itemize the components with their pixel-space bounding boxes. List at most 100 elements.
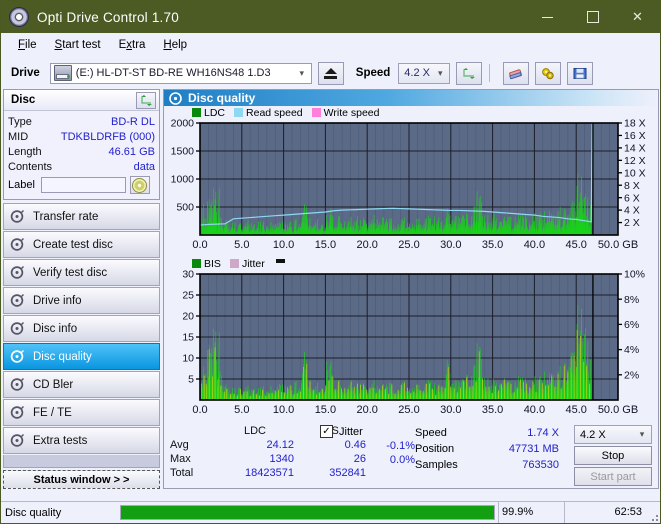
- menu-file[interactable]: FFileile: [9, 37, 46, 53]
- svg-text:10 X: 10 X: [624, 167, 646, 179]
- svg-text:30.0: 30.0: [440, 239, 461, 251]
- sidebar-item-label: CD Bler: [33, 378, 74, 391]
- close-button[interactable]: ✕: [615, 1, 660, 33]
- sidebar-item-disc-info[interactable]: Disc info: [3, 315, 160, 342]
- disc-refresh-button[interactable]: [136, 91, 156, 109]
- status-progress-text: 99.9%: [498, 502, 564, 523]
- sidebar-item-label: Disc quality: [33, 350, 92, 363]
- sidebar-item-create-test-disc[interactable]: Create test disc: [3, 231, 160, 258]
- svg-text:35.0: 35.0: [482, 404, 503, 416]
- sidebar-item-label: FE / TE: [33, 406, 72, 419]
- sidebar-item-label: Disc info: [33, 322, 78, 335]
- stats-ldc-avg: 24.12: [266, 439, 294, 451]
- stats-row-avg: Avg: [170, 439, 189, 451]
- stats-samples-label: Samples: [415, 459, 458, 471]
- stats-controls: 4.2 X ▾ Stop Start part: [565, 425, 652, 486]
- jitter-checkbox[interactable]: ✓: [320, 425, 333, 438]
- disc-label-input[interactable]: [40, 177, 126, 193]
- test-speed-select[interactable]: 4.2 X ▾: [574, 425, 652, 444]
- sidebar-item-verify-test-disc[interactable]: Verify test disc: [3, 259, 160, 286]
- svg-text:35.0: 35.0: [482, 239, 503, 251]
- sidebar-item-extra-tests[interactable]: Extra tests: [3, 427, 160, 454]
- svg-text:50.0 GB: 50.0 GB: [598, 404, 638, 416]
- disc-info-icon: [10, 293, 25, 308]
- svg-text:45.0: 45.0: [565, 239, 586, 251]
- menu-extra[interactable]: Extra: [110, 37, 155, 53]
- disc-write-icon: [10, 237, 25, 252]
- status-progress-fill: [121, 506, 494, 519]
- title-bar: Opti Drive Control 1.70 ✕: [1, 1, 660, 33]
- legend-label-jitter: Jitter: [241, 257, 265, 270]
- refresh-button[interactable]: [456, 61, 483, 85]
- sidebar-item-cd-bler[interactable]: CD Bler: [3, 371, 160, 398]
- stats-samples-row: Samples 763530: [415, 457, 565, 473]
- maximize-button[interactable]: [570, 1, 615, 33]
- ldc-chart: 500 1000 1500 2000 2 X4 X6 X8 X 10 X 12 X 14 X1…: [164, 118, 658, 255]
- svg-text:14 X: 14 X: [624, 142, 646, 154]
- svg-text:25.0: 25.0: [398, 239, 419, 251]
- start-part-button[interactable]: Start part: [574, 467, 652, 486]
- disc-label-cd-button[interactable]: [129, 176, 150, 194]
- svg-text:1000: 1000: [171, 174, 195, 186]
- legend-label-read-speed: Read speed: [246, 106, 303, 119]
- svg-text:18 X: 18 X: [624, 119, 646, 130]
- sidebar-item-fe-te[interactable]: FE / TE: [3, 399, 160, 426]
- disc-row-value: data: [133, 160, 155, 173]
- erase-disc-button[interactable]: [503, 61, 530, 85]
- chevron-down-icon: ▾: [299, 67, 305, 78]
- svg-text:2 X: 2 X: [624, 217, 640, 229]
- svg-text:20: 20: [182, 311, 194, 323]
- stop-button[interactable]: Stop: [574, 446, 652, 465]
- svg-text:2%: 2%: [624, 369, 639, 381]
- disc-speed-icon: [10, 209, 25, 224]
- legend-label-ldc: LDC: [204, 106, 226, 119]
- menu-start-test[interactable]: Start test: [46, 37, 110, 53]
- sidebar-item-label: Drive info: [33, 294, 82, 307]
- svg-text:20.0: 20.0: [356, 404, 377, 416]
- drive-select-value: (E:) HL-DT-ST BD-RE WH16NS48 1.D3: [75, 67, 271, 79]
- settings-button[interactable]: [535, 61, 562, 85]
- drive-toolbar: Drive (E:) HL-DT-ST BD-RE WH16NS48 1.D3 …: [1, 57, 660, 89]
- app-window: Opti Drive Control 1.70 ✕ FFileile Start…: [0, 0, 661, 524]
- menu-bar: FFileile Start test Extra Help: [1, 33, 660, 57]
- sidebar-item-label: Extra tests: [33, 434, 88, 447]
- stats-bis-total: 352841: [329, 467, 366, 479]
- resize-grip[interactable]: [648, 502, 660, 523]
- test-speed-value: 4.2 X: [580, 428, 606, 441]
- svg-text:1500: 1500: [171, 146, 195, 158]
- eject-button[interactable]: [317, 61, 344, 85]
- disc-row-mid: MID TDKBLDRFB (000): [8, 129, 155, 144]
- disc-row-key: Length: [8, 145, 42, 158]
- speed-select[interactable]: 4.2 X ▾: [398, 62, 451, 84]
- save-floppy-icon: [573, 67, 587, 79]
- stats-position-value: 47731 MB: [508, 443, 559, 455]
- stats-position-label: Position: [415, 443, 455, 455]
- status-window-button[interactable]: Status window > >: [3, 470, 160, 489]
- sidebar-item-drive-info[interactable]: Drive info: [3, 287, 160, 314]
- disc-row-type: Type BD-R DL: [8, 114, 155, 129]
- menu-help[interactable]: Help: [154, 37, 196, 53]
- refresh-green-arrows-icon: [140, 94, 152, 106]
- drive-select[interactable]: (E:) HL-DT-ST BD-RE WH16NS48 1.D3 ▾: [49, 62, 312, 84]
- svg-text:10.0: 10.0: [273, 404, 294, 416]
- sidebar-item-transfer-rate[interactable]: Transfer rate: [3, 203, 160, 230]
- disc-bler-icon: [10, 377, 25, 392]
- sidebar-item-disc-quality[interactable]: Disc quality: [3, 343, 160, 370]
- jitter-avg: -0.1%: [386, 440, 415, 452]
- minimize-icon: [542, 16, 553, 18]
- svg-text:30.0: 30.0: [440, 404, 461, 416]
- drive-icon: [53, 65, 72, 81]
- svg-text:50.0 GB: 50.0 GB: [598, 239, 638, 251]
- stats-speed-label: Speed: [415, 427, 447, 439]
- minimize-button[interactable]: [525, 1, 570, 33]
- stats-speed-value: 1.74 X: [527, 427, 559, 439]
- svg-text:40.0: 40.0: [524, 239, 545, 251]
- svg-text:6 X: 6 X: [624, 192, 640, 204]
- status-elapsed: 62:53: [564, 502, 648, 523]
- svg-text:16 X: 16 X: [624, 130, 646, 142]
- stats-row-max: Max: [170, 453, 191, 465]
- save-button[interactable]: [567, 61, 594, 85]
- stats-table: LDC BIS Avg 24.12 0.46 Max 1340 26 Total…: [170, 425, 415, 486]
- chevron-down-icon: ▾: [639, 429, 645, 439]
- svg-text:5.0: 5.0: [234, 239, 249, 251]
